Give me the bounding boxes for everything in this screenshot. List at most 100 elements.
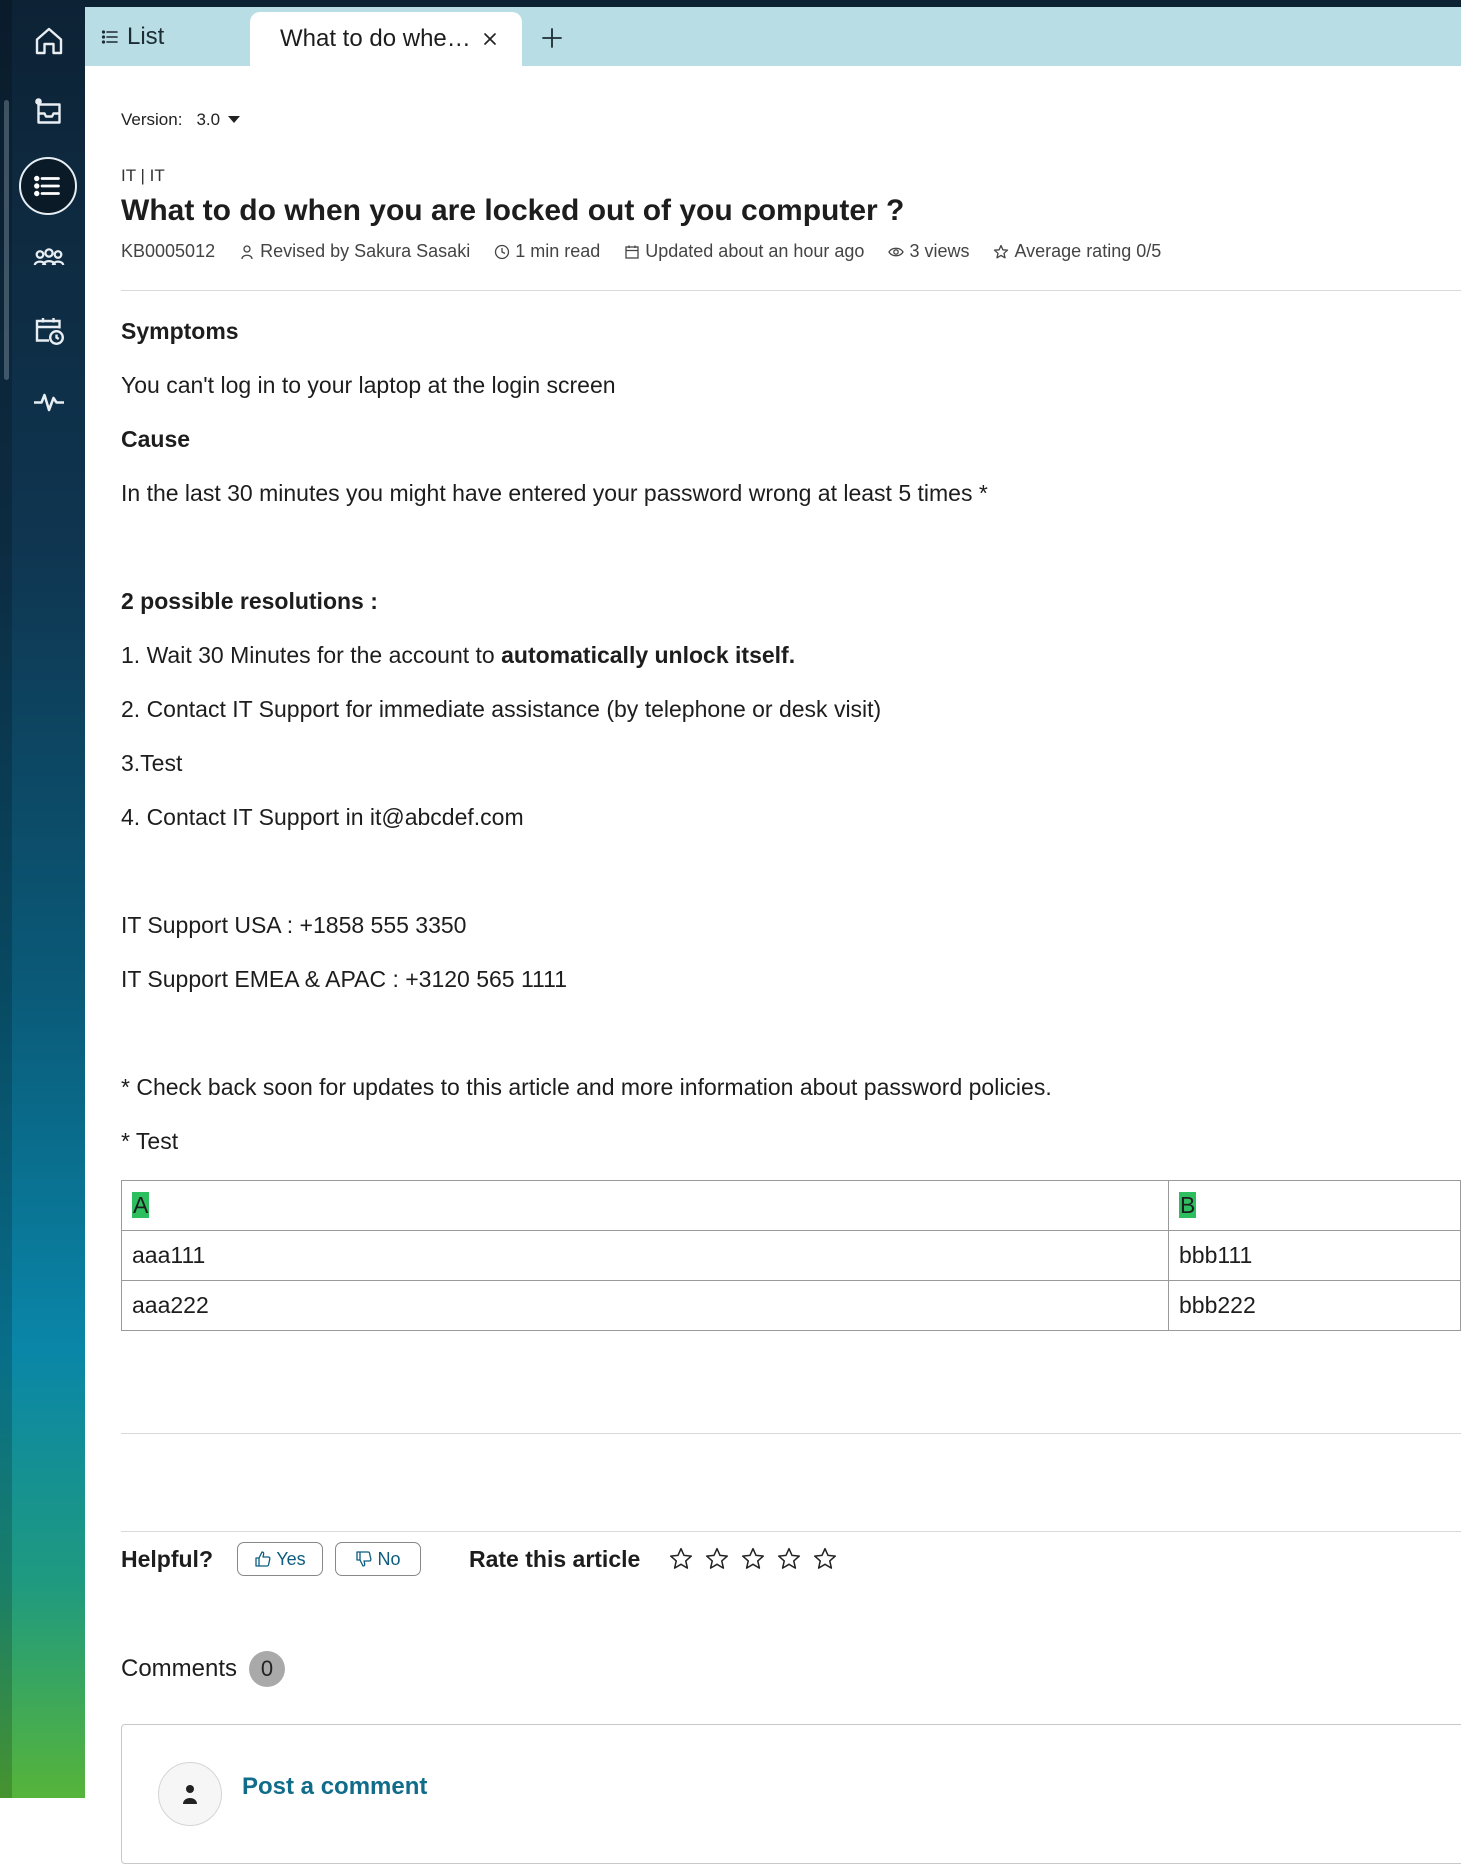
nav-knowledge-list[interactable]	[19, 157, 77, 215]
home-icon	[35, 27, 63, 55]
meta-read-time: 1 min read	[494, 241, 600, 262]
comment-box: Post a comment	[121, 1724, 1461, 1864]
article-meta: KB0005012 Revised by Sakura Sasaki 1 min…	[121, 241, 1185, 262]
calendar-clock-icon	[35, 318, 64, 345]
activity-icon	[34, 393, 64, 412]
table-header-cell: B	[1168, 1180, 1461, 1231]
helpful-no-label: No	[377, 1548, 401, 1569]
page-title: What to do when you are locked out of yo…	[121, 194, 905, 227]
nav-home[interactable]	[18, 10, 80, 72]
rate-label: Rate this article	[469, 1545, 641, 1572]
tab-list[interactable]: List	[101, 19, 164, 55]
resolutions-heading: 2 possible resolutions :	[121, 588, 378, 614]
user-icon	[183, 1785, 197, 1804]
version-label: Version:	[121, 110, 183, 129]
list-icon	[101, 30, 118, 44]
helpful-no-button[interactable]: No	[335, 1542, 421, 1576]
table-header-a: A	[132, 1192, 150, 1218]
table-header-row: A B	[121, 1180, 1461, 1231]
close-icon	[484, 33, 496, 45]
article-number: KB0005012	[121, 241, 216, 261]
version-select[interactable]: 3.0	[196, 110, 241, 130]
tab-list-label: List	[127, 23, 165, 50]
avatar	[158, 1762, 222, 1826]
resolution-step-1: 1. Wait 30 Minutes for the account to au…	[121, 642, 795, 669]
star-icon	[994, 244, 1009, 258]
user-icon	[241, 244, 253, 259]
table-header-b: B	[1179, 1192, 1197, 1218]
meta-rating: Average rating 0/5	[993, 241, 1161, 262]
resolution-step-4: 4. Contact IT Support in it@abcdef.com	[121, 804, 524, 830]
inbox-icon	[35, 98, 61, 124]
nav-schedule[interactable]	[18, 299, 80, 361]
groups-icon	[33, 248, 65, 266]
meta-updated: Updated about an hour ago	[624, 241, 864, 262]
helpful-yes-button[interactable]: Yes	[237, 1542, 323, 1576]
revised-by-text: Revised by Sakura Sasaki	[260, 241, 471, 261]
calendar-icon	[625, 245, 639, 259]
footnote-2: * Test	[121, 1128, 179, 1154]
star-icon[interactable]	[812, 1546, 838, 1572]
comments-header: Comments 0	[121, 1651, 286, 1687]
resolution-step-2: 2. Contact IT Support for immediate assi…	[121, 696, 882, 722]
star-icon[interactable]	[776, 1546, 802, 1572]
table-cell: aaa111	[121, 1230, 1169, 1281]
resolution-step-3: 3.Test	[121, 750, 183, 776]
table-row: aaa111 bbb111	[121, 1230, 1461, 1281]
star-icon[interactable]	[668, 1546, 694, 1572]
views-text: 3 views	[909, 241, 970, 261]
list-icon	[34, 175, 60, 197]
step-1-bold: automatically unlock itself.	[501, 642, 796, 668]
tab-article[interactable]: What to do whe…	[250, 12, 522, 66]
version-value: 3.0	[196, 110, 221, 129]
table-row: aaa222 bbb222	[121, 1280, 1461, 1331]
support-emea: IT Support EMEA & APAC : +3120 565 1111	[121, 966, 568, 992]
star-icon[interactable]	[740, 1546, 766, 1572]
eye-icon	[888, 247, 905, 256]
tab-article-title: What to do whe…	[280, 25, 471, 52]
comments-count-badge: 0	[249, 1651, 286, 1687]
plus-icon	[542, 28, 562, 48]
thumbs-up-icon	[255, 1551, 271, 1567]
breadcrumb: IT | IT	[121, 166, 165, 185]
article-table: A B aaa111 bbb111 aaa222 bbb222	[121, 1180, 1461, 1331]
cause-heading: Cause	[121, 426, 191, 452]
thumbs-down-icon	[356, 1551, 372, 1567]
feedback-top-divider	[121, 1433, 1461, 1434]
app-sidebar	[0, 0, 85, 1798]
nav-inbox[interactable]	[18, 81, 80, 143]
nav-groups[interactable]	[18, 228, 80, 290]
sidebar-scrollbar[interactable]	[4, 100, 9, 380]
cause-text: In the last 30 minutes you might have en…	[121, 480, 988, 506]
feedback-bottom-divider	[121, 1531, 1461, 1532]
star-icon[interactable]	[704, 1546, 730, 1572]
tab-close-button[interactable]	[476, 25, 504, 53]
new-tab-button[interactable]	[535, 21, 569, 55]
clock-icon	[495, 244, 510, 259]
table-header-cell: A	[121, 1180, 1169, 1231]
table-cell: aaa222	[121, 1280, 1169, 1331]
window-top-strip	[85, 0, 1461, 7]
caret-down-icon	[228, 116, 241, 123]
rating-stars	[668, 1546, 838, 1572]
meta-views: 3 views	[888, 241, 969, 262]
footnote-1: * Check back soon for updates to this ar…	[121, 1074, 1052, 1100]
header-divider	[121, 290, 1461, 291]
table-cell: bbb222	[1168, 1280, 1461, 1331]
rating-text: Average rating 0/5	[1014, 241, 1162, 261]
helpful-yes-label: Yes	[276, 1548, 306, 1569]
feedback-row: Helpful? Yes No Rate this article	[121, 1534, 838, 1584]
comments-label: Comments	[121, 1655, 238, 1682]
read-time-text: 1 min read	[515, 241, 601, 261]
post-comment-link[interactable]: Post a comment	[242, 1773, 427, 1801]
support-usa: IT Support USA : +1858 555 3350	[121, 912, 467, 938]
helpful-label: Helpful?	[121, 1545, 213, 1572]
symptoms-heading: Symptoms	[121, 318, 239, 344]
tab-bar: List What to do whe…	[85, 7, 1461, 66]
updated-text: Updated about an hour ago	[645, 241, 865, 261]
meta-revised: Revised by Sakura Sasaki	[239, 241, 470, 262]
version-row: Version: 3.0	[121, 110, 241, 130]
symptoms-text: You can't log in to your laptop at the l…	[121, 372, 616, 398]
table-cell: bbb111	[1168, 1230, 1461, 1281]
nav-activity[interactable]	[18, 370, 80, 432]
